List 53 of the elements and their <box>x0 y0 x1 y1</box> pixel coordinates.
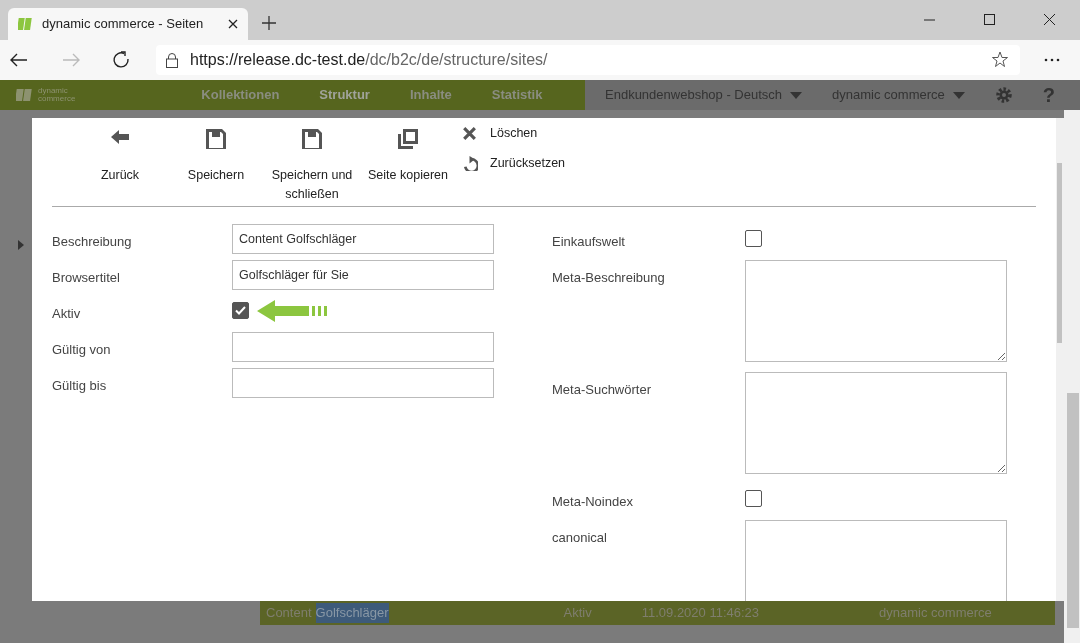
reload-icon[interactable] <box>112 51 130 69</box>
caret-icon <box>952 91 965 99</box>
toolbar-button[interactable]: Speichern und schließen <box>264 118 360 206</box>
app-favicon-icon <box>18 16 34 32</box>
toolbar-action[interactable]: Zurücksetzen <box>460 148 566 178</box>
back-icon[interactable] <box>10 53 28 67</box>
caret-icon <box>790 91 803 99</box>
field-label: Browsertitel <box>52 269 121 287</box>
close-icon <box>460 125 478 141</box>
star-icon[interactable] <box>992 51 1010 69</box>
lock-icon <box>166 52 178 68</box>
toolbar-button[interactable]: Zurück <box>72 118 168 206</box>
field-label: Meta-Beschreibung <box>552 269 666 287</box>
url-text: https://release.dc-test.de/dc/b2c/de/structure/sites/ <box>190 50 548 70</box>
scrollbar[interactable] <box>1056 118 1064 601</box>
new-tab-icon[interactable] <box>262 16 276 30</box>
maximize-icon[interactable] <box>984 14 996 26</box>
browser-tab[interactable]: dynamic commerce - Seiten <box>8 8 248 40</box>
expand-icon[interactable] <box>18 240 24 250</box>
address-bar[interactable]: https://release.dc-test.de/dc/b2c/de/structure/sites/ <box>156 45 1020 75</box>
input-field[interactable] <box>232 332 494 362</box>
check-icon <box>235 306 246 315</box>
input-field[interactable]: Content Golfschläger <box>232 224 494 254</box>
checkbox[interactable] <box>745 230 762 247</box>
settings-icon[interactable] <box>994 86 1013 104</box>
close-icon[interactable] <box>228 19 238 29</box>
toolbar-button[interactable]: Speichern <box>168 118 264 206</box>
field-label: Gültig bis <box>52 377 108 395</box>
field-label: Meta-Noindex <box>552 493 634 511</box>
field-label: Meta-Suchwörter <box>552 381 652 399</box>
save-icon <box>299 126 325 152</box>
checkbox[interactable] <box>232 302 249 319</box>
tab-title: dynamic commerce - Seiten <box>42 15 205 34</box>
toolbar-action[interactable]: Löschen <box>460 118 566 148</box>
table-cell: Golfschläger <box>315 603 389 623</box>
table-cell-text: dynamic commerce <box>879 604 992 623</box>
input-field[interactable]: Golfschläger für Sie <box>232 260 494 290</box>
scrollbar[interactable] <box>1064 110 1080 643</box>
copy-icon <box>395 126 421 152</box>
input-field[interactable] <box>232 368 494 398</box>
field-label: Einkaufswelt <box>552 233 626 251</box>
table-cell-text: 11.09.2020 11:46:23 <box>641 604 760 623</box>
field-label: Gültig von <box>52 341 112 359</box>
toolbar-button[interactable]: Seite kopieren <box>360 118 456 206</box>
save-icon <box>203 126 229 152</box>
table-cell-text: Content <box>266 604 312 623</box>
field-label: Aktiv <box>52 305 82 323</box>
checkbox[interactable] <box>745 490 762 507</box>
table-cell-text: Aktiv <box>563 604 592 623</box>
field-label: Beschreibung <box>52 233 133 251</box>
field-label: canonical <box>552 529 608 547</box>
more-icon[interactable] <box>1044 58 1060 62</box>
close-icon[interactable] <box>1044 14 1056 26</box>
